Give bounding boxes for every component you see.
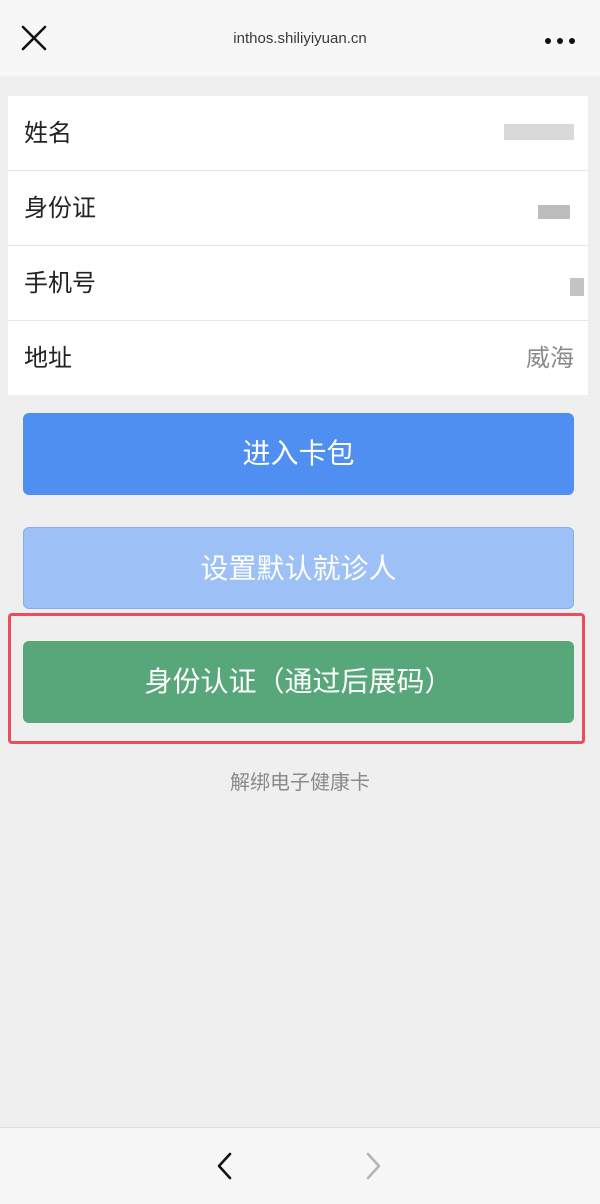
info-row-phone: 手机号	[8, 246, 588, 321]
forward-button[interactable]	[358, 1150, 388, 1182]
identity-verify-button[interactable]: 身份认证（通过后展码）	[23, 641, 574, 723]
more-button[interactable]	[540, 26, 580, 52]
page-url: inthos.shiliyiyuan.cn	[233, 30, 367, 47]
info-row-address: 地址 威海	[8, 321, 588, 395]
set-default-patient-button[interactable]: 设置默认就诊人	[23, 527, 574, 609]
address-label: 地址	[24, 344, 72, 372]
page: inthos.shiliyiyuan.cn 姓名 身份证 手机号 地址 威海 进…	[0, 0, 600, 1204]
redacted-phone	[570, 278, 584, 296]
back-button[interactable]	[210, 1150, 240, 1182]
address-value: 威海	[526, 344, 574, 372]
phone-label: 手机号	[24, 269, 96, 297]
unbind-health-card-link[interactable]: 解绑电子健康卡	[0, 766, 600, 795]
name-label: 姓名	[24, 119, 72, 147]
info-row-id: 身份证	[8, 171, 588, 246]
browser-bottom-bar	[0, 1127, 600, 1204]
more-dots-icon	[545, 38, 575, 44]
patient-info-card: 姓名 身份证 手机号 地址 威海	[8, 96, 588, 395]
enter-wallet-button[interactable]: 进入卡包	[23, 413, 574, 495]
chevron-right-icon	[366, 1152, 381, 1180]
chevron-left-icon	[217, 1152, 232, 1180]
info-row-name: 姓名	[8, 96, 588, 171]
id-label: 身份证	[24, 194, 96, 222]
redacted-id	[538, 205, 570, 219]
redacted-name	[504, 124, 574, 140]
browser-top-bar: inthos.shiliyiyuan.cn	[0, 0, 600, 76]
